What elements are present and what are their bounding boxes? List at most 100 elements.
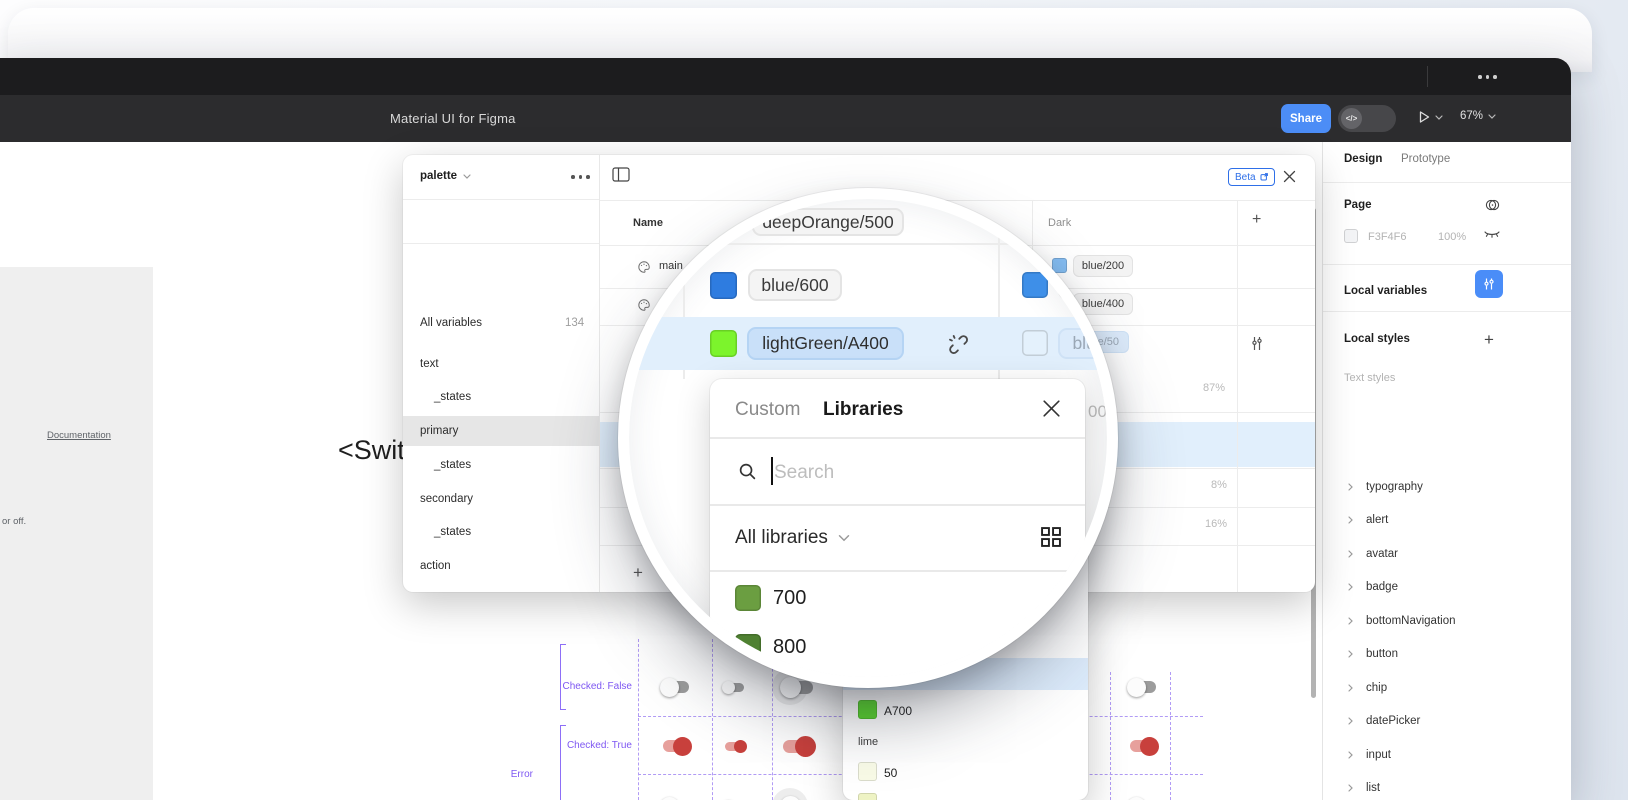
text-style-item[interactable]: datePicker <box>1348 715 1420 727</box>
tab-custom[interactable]: Custom <box>735 399 800 421</box>
column-divider <box>1237 200 1238 592</box>
text-caret <box>771 457 773 485</box>
detach-sliders-icon[interactable] <box>1250 336 1264 351</box>
library-scope-dropdown[interactable]: All libraries <box>735 527 850 549</box>
switch-off-medium[interactable] <box>663 796 689 800</box>
text-style-item[interactable]: typography <box>1348 481 1423 493</box>
divider <box>1323 311 1571 312</box>
eye-closed-icon[interactable] <box>1484 230 1500 241</box>
collection-more-icon[interactable] <box>571 175 590 179</box>
beta-badge[interactable]: Beta <box>1228 168 1275 186</box>
sliders-icon <box>1482 277 1496 291</box>
switch-off-large[interactable] <box>783 794 813 800</box>
opacity-value: 8% <box>1211 479 1227 491</box>
variant-row-label: Checked: False <box>562 681 632 692</box>
dev-mode-toggle[interactable]: </> <box>1338 105 1396 132</box>
collection-group[interactable]: _states <box>434 526 471 538</box>
toggle-sidebar-icon[interactable] <box>612 167 630 182</box>
all-variables-item[interactable]: All variables <box>420 317 482 329</box>
mag-value-chip-selected: lightGreen/A400 <box>747 327 904 360</box>
variable-count: 134 <box>565 317 584 329</box>
color-swatch-a700 <box>858 700 877 719</box>
collection-group[interactable]: _states <box>434 459 471 471</box>
documentation-link[interactable]: Documentation <box>47 430 111 441</box>
mag-libraries-dialog: Custom Libraries All libraries <box>710 379 1085 688</box>
divider <box>1323 264 1571 265</box>
page-section-label: Page <box>1344 199 1372 211</box>
chevron-right-icon <box>1348 617 1353 625</box>
collection-group[interactable]: action <box>420 560 451 572</box>
chevron-down-icon <box>1488 114 1496 119</box>
opacity-value: 16% <box>1205 518 1227 530</box>
variable-mode-icon[interactable] <box>1484 197 1501 213</box>
page-color-opacity[interactable]: 100% <box>1438 231 1466 243</box>
chevron-right-icon <box>1348 483 1353 491</box>
collection-group[interactable]: text <box>420 358 439 370</box>
search-input[interactable] <box>774 457 994 489</box>
switch-on-error-small[interactable] <box>725 739 744 753</box>
right-sidebar: Design Prototype Page F3F4F6 100% Local … <box>1322 142 1571 800</box>
library-color-item[interactable]: 50 <box>884 766 897 780</box>
divider <box>710 570 1085 572</box>
file-title[interactable]: Material UI for Figma <box>390 111 516 126</box>
text-style-item[interactable]: chip <box>1348 682 1387 694</box>
mag-swatch-700 <box>735 585 761 611</box>
chevron-right-icon <box>1348 717 1353 725</box>
tab-prototype[interactable]: Prototype <box>1401 153 1450 165</box>
collection-group[interactable]: _states <box>434 391 471 403</box>
tab-libraries[interactable]: Libraries <box>823 399 903 421</box>
switch-off-medium[interactable] <box>1130 796 1156 800</box>
collection-menu[interactable]: palette <box>420 170 471 182</box>
text-style-item[interactable]: list <box>1348 782 1380 794</box>
chevron-right-icon <box>1348 650 1353 658</box>
add-mode-button[interactable]: + <box>1252 211 1261 229</box>
divider <box>710 437 1085 439</box>
switch-on-error-medium[interactable] <box>1130 736 1156 756</box>
mag-swatch-blue50 <box>1022 330 1048 356</box>
text-style-item[interactable]: bottomNavigation <box>1348 615 1456 627</box>
code-icon: </> <box>1341 108 1362 129</box>
switch-off-small[interactable] <box>725 680 744 694</box>
page-color-hex[interactable]: F3F4F6 <box>1368 231 1407 243</box>
mag-row-divider <box>700 243 1118 245</box>
present-button[interactable] <box>1417 110 1443 124</box>
library-color-item[interactable]: 700 <box>773 587 806 610</box>
text-style-item[interactable]: alert <box>1348 514 1388 526</box>
tab-design[interactable]: Design <box>1344 153 1382 165</box>
more-menu-icon[interactable] <box>1478 75 1497 79</box>
switch-off-medium[interactable] <box>1130 677 1156 697</box>
marketing-screenshot: Material UI for Figma Share </> 67% Docu… <box>0 0 1628 800</box>
library-color-item[interactable]: A700 <box>884 704 912 718</box>
share-button[interactable]: Share <box>1281 104 1331 133</box>
collection-group[interactable]: secondary <box>420 493 473 505</box>
collection-group-selected[interactable]: primary <box>420 425 458 437</box>
local-variables-label: Local variables <box>1344 285 1427 297</box>
page-color-swatch[interactable] <box>1344 229 1358 243</box>
switch-on-error-large[interactable] <box>783 734 813 758</box>
text-style-item[interactable]: input <box>1348 749 1391 761</box>
chevron-right-icon <box>1348 516 1353 524</box>
close-modal-icon[interactable] <box>1283 170 1296 183</box>
mag-swatch-blue600 <box>710 272 737 299</box>
zoom-menu[interactable]: 67% <box>1460 110 1496 122</box>
text-style-item[interactable]: avatar <box>1348 548 1398 560</box>
text-style-item[interactable]: button <box>1348 648 1398 660</box>
text-style-item[interactable]: badge <box>1348 581 1398 593</box>
mag-swatch-800 <box>735 634 761 660</box>
grid-view-icon[interactable] <box>1040 526 1062 548</box>
chevron-right-icon <box>1348 583 1353 591</box>
divider <box>710 504 1085 506</box>
play-icon <box>1417 110 1431 124</box>
local-variables-button[interactable] <box>1475 270 1503 298</box>
switch-off-medium[interactable] <box>663 677 689 697</box>
local-styles-label: Local styles <box>1344 333 1410 345</box>
library-color-item[interactable]: 800 <box>773 636 806 659</box>
close-dialog-icon[interactable] <box>1042 399 1061 418</box>
figma-window: Material UI for Figma Share </> 67% Docu… <box>0 58 1571 800</box>
switch-on-error-medium[interactable] <box>663 736 689 756</box>
text-styles-label: Text styles <box>1344 372 1395 384</box>
divider <box>1323 182 1571 183</box>
opacity-value: 87% <box>1203 382 1225 394</box>
magnifier-lens: deepOrange/500 blue/600 lightGreen/A400 … <box>618 188 1118 688</box>
add-style-icon[interactable]: + <box>1484 330 1494 350</box>
